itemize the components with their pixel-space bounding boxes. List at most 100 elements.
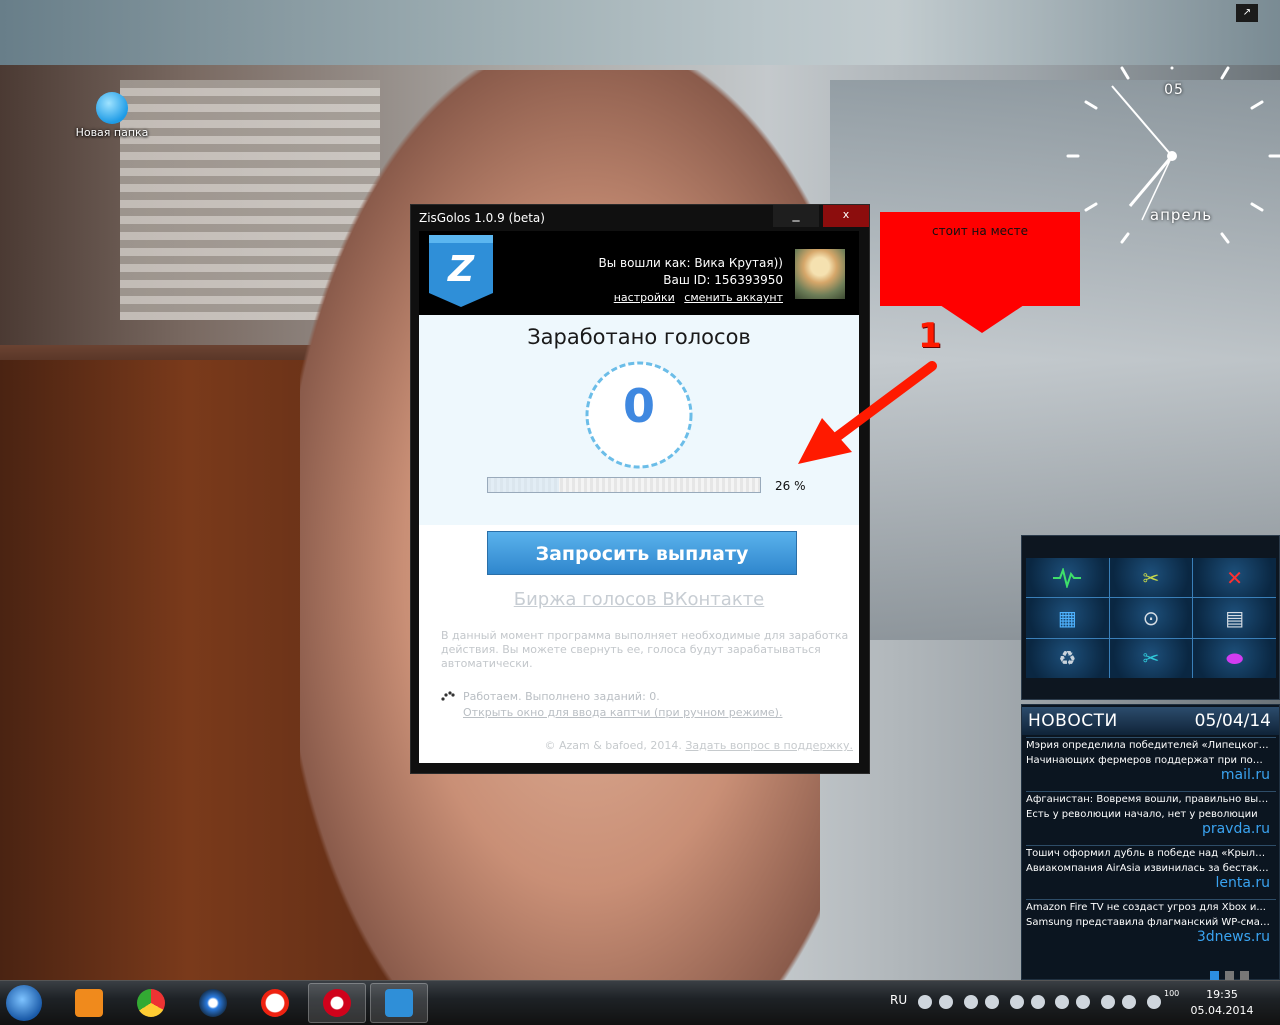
tray-icon[interactable] xyxy=(1030,995,1045,1009)
svg-text:Z: Z xyxy=(447,249,475,290)
tray-icon[interactable] xyxy=(963,995,978,1009)
account-info: Вы вошли как: Вика Крутая)) Ваш ID: 1563… xyxy=(598,255,783,306)
clock-gadget: 05 апрель xyxy=(1066,56,1280,260)
news-item[interactable]: Тошич оформил дубль в победе над «Крылья… xyxy=(1026,845,1276,896)
tools-gadget: ✂ ✕ ▦ ⊙ ▤ ♻ ✂ ⬬ xyxy=(1021,535,1280,700)
start-icon[interactable] xyxy=(6,985,42,1021)
browser-icon[interactable] xyxy=(184,983,242,1023)
status-block: Работаем. Выполнено заданий: 0. Открыть … xyxy=(463,689,782,721)
news-headline[interactable]: Есть у революции начало, нет у революции xyxy=(1026,807,1270,822)
user-id: Ваш ID: 156393950 xyxy=(663,273,783,287)
news-headline[interactable]: Мэрия определила победителей «Липецкого.… xyxy=(1026,738,1270,753)
calculator-icon[interactable]: ▦ xyxy=(1026,598,1109,638)
news-page-dot[interactable] xyxy=(1225,971,1234,980)
news-source[interactable]: 3dnews.ru xyxy=(1197,930,1270,945)
clock-hour-hand xyxy=(1128,155,1174,207)
news-headline[interactable]: Samsung представила флагманский WP-смар.… xyxy=(1026,915,1270,930)
news-headline[interactable]: Авиакомпания AirAsia извинилась за беста… xyxy=(1026,861,1270,876)
captcha-link[interactable]: Открыть окно для ввода каптчи (при ручно… xyxy=(463,705,782,721)
earned-count: 0 xyxy=(622,379,655,433)
annotation-text: стоит на месте xyxy=(932,224,1028,238)
media-player-icon[interactable] xyxy=(60,983,118,1023)
footer-copyright: © Azam & bafoed, 2014. xyxy=(544,739,682,752)
tray-icon[interactable] xyxy=(1122,995,1137,1009)
news-item[interactable]: Amazon Fire TV не создаст угроз для Xbox… xyxy=(1026,899,1276,950)
window-title: ZisGolos 1.0.9 (beta) xyxy=(419,211,545,225)
exchange-link[interactable]: Биржа голосов ВКонтакте xyxy=(419,589,859,610)
clock-month: апрель xyxy=(1149,206,1213,224)
gadget-expand-icon[interactable]: ↗ xyxy=(1236,4,1258,22)
info-text: В данный момент программа выполняет необ… xyxy=(441,629,849,670)
earned-badge: 0 xyxy=(577,361,701,469)
news-headline[interactable]: Афганистан: Вовремя вошли, правильно выш… xyxy=(1026,792,1270,807)
news-headline[interactable]: Amazon Fire TV не создаст угроз для Xbox… xyxy=(1026,900,1270,915)
earned-title: Заработано голосов xyxy=(527,325,751,349)
zisgolos-window: ZisGolos 1.0.9 (beta) _ x Z Вы вошли как… xyxy=(410,204,870,774)
switch-account-link[interactable]: сменить аккаунт xyxy=(684,291,783,304)
news-item[interactable]: Афганистан: Вовремя вошли, правильно выш… xyxy=(1026,791,1276,842)
opera-icon[interactable] xyxy=(308,983,366,1023)
settings-link[interactable]: настройки xyxy=(614,291,675,304)
logged-in-as: Вы вошли как: Вика Крутая)) xyxy=(598,256,783,270)
desktop-icon-label: Новая папка xyxy=(75,126,149,139)
request-payout-button[interactable]: Запросить выплату xyxy=(487,531,797,575)
yandex-icon[interactable] xyxy=(246,983,304,1023)
tray-icon[interactable] xyxy=(1009,995,1024,1009)
taskbar-time: 19:35 xyxy=(1206,988,1238,1001)
news-page-dot[interactable] xyxy=(1210,971,1219,980)
cross-icon[interactable]: ✕ xyxy=(1193,558,1276,598)
news-title: НОВОСТИ xyxy=(1028,711,1118,731)
palette-icon[interactable]: ⬬ xyxy=(1193,638,1276,678)
window-titlebar[interactable]: ZisGolos 1.0.9 (beta) _ x xyxy=(411,205,869,231)
system-tray: 100 xyxy=(918,989,1179,1013)
annotation-marker: 1 xyxy=(918,316,942,356)
annotation-callout: стоит на месте xyxy=(880,212,1080,306)
scissors-icon[interactable]: ✂ xyxy=(1109,638,1193,678)
news-date: 05/04/14 xyxy=(1194,711,1271,731)
news-source[interactable]: mail.ru xyxy=(1221,768,1270,783)
document-icon[interactable]: ▤ xyxy=(1193,598,1276,638)
desktop-icon-new-folder[interactable]: Новая папка xyxy=(72,92,152,139)
chrome-icon[interactable] xyxy=(122,983,180,1023)
tray-icon[interactable] xyxy=(1055,995,1070,1009)
language-indicator[interactable]: RU xyxy=(890,993,907,1007)
folder-icon xyxy=(96,92,128,124)
news-headline[interactable]: Начинающих фермеров поддержат при помо..… xyxy=(1026,753,1270,768)
progress-percent: 26 % xyxy=(775,479,806,493)
spinner-icon xyxy=(441,691,455,701)
tray-icon[interactable] xyxy=(918,995,932,1009)
status-text: Работаем. Выполнено заданий: 0. xyxy=(463,690,660,703)
news-gadget: НОВОСТИ 05/04/14 Мэрия определила победи… xyxy=(1021,704,1280,980)
tray-icon[interactable] xyxy=(1101,995,1116,1009)
annotation-arrow-icon xyxy=(798,361,937,464)
taskbar-clock[interactable]: 19:35 05.04.2014 xyxy=(1180,987,1264,1019)
taskbar-date: 05.04.2014 xyxy=(1190,1004,1254,1017)
news-source[interactable]: lenta.ru xyxy=(1215,876,1270,891)
zisgolos-logo-icon: Z xyxy=(429,235,493,307)
taskbar: RU 100 19:35 05.04.2014 xyxy=(0,980,1280,1025)
actions-panel: Запросить выплату Биржа голосов ВКонтакт… xyxy=(419,525,859,763)
volume-level: 100 xyxy=(1164,989,1180,998)
tray-icon[interactable] xyxy=(984,995,999,1009)
minimize-button[interactable]: _ xyxy=(773,205,819,227)
annotation-callout-tip xyxy=(940,305,1024,333)
clock-day: 05 xyxy=(1164,82,1184,98)
mouse-icon[interactable]: ⊙ xyxy=(1109,598,1193,638)
news-item[interactable]: Мэрия определила победителей «Липецкого.… xyxy=(1026,737,1276,788)
news-page-dot[interactable] xyxy=(1240,971,1249,980)
footer: © Azam & bafoed, 2014. Задать вопрос в п… xyxy=(544,739,853,752)
tools-icon[interactable]: ✂ xyxy=(1109,558,1193,598)
news-source[interactable]: pravda.ru xyxy=(1202,822,1270,837)
support-link[interactable]: Задать вопрос в поддержку. xyxy=(685,739,853,752)
pulse-icon[interactable] xyxy=(1026,558,1109,598)
recycle-icon[interactable]: ♻ xyxy=(1026,638,1109,678)
progress-bar xyxy=(487,477,761,493)
zisgolos-icon[interactable] xyxy=(370,983,428,1023)
avatar xyxy=(795,249,845,299)
tray-icon[interactable] xyxy=(1076,995,1091,1009)
tray-icon[interactable] xyxy=(1147,995,1162,1009)
news-header: НОВОСТИ 05/04/14 xyxy=(1022,707,1279,735)
tray-icon[interactable] xyxy=(939,995,953,1009)
news-headline[interactable]: Тошич оформил дубль в победе над «Крылья… xyxy=(1026,846,1270,861)
close-button[interactable]: x xyxy=(823,205,869,227)
